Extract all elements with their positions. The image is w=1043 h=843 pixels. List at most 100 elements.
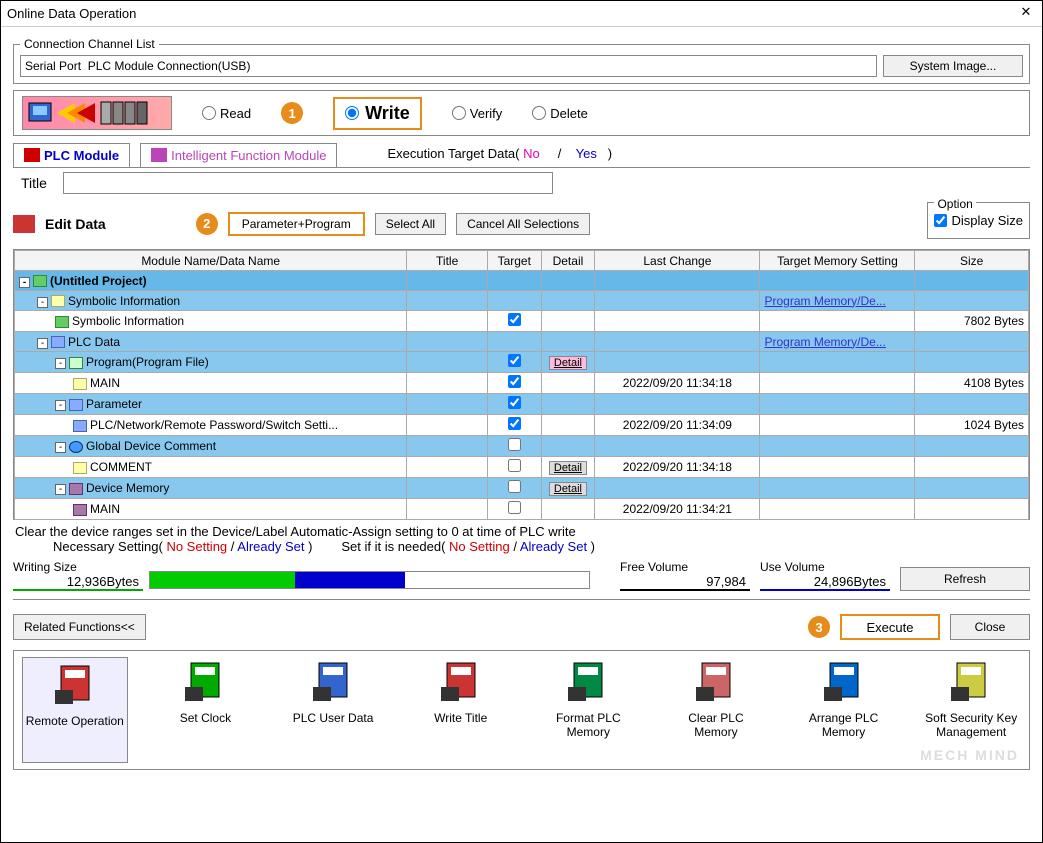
row-icon [73, 504, 87, 516]
close-button[interactable]: Close [950, 614, 1030, 640]
op-verify[interactable]: Verify [452, 106, 503, 121]
row-name: Symbolic Information [72, 314, 184, 328]
row-name: MAIN [90, 376, 120, 390]
tree-toggle-icon[interactable]: - [55, 442, 66, 453]
target-checkbox[interactable] [508, 313, 521, 326]
table-row[interactable]: PLC/Network/Remote Password/Switch Setti… [15, 415, 1029, 436]
parameter-program-button[interactable]: Parameter+Program [228, 212, 365, 236]
memory-setting-link[interactable]: Program Memory/De... [764, 294, 885, 308]
table-row[interactable]: - Program(Program File) Detail [15, 352, 1029, 373]
op-write-radio[interactable] [345, 106, 359, 120]
tab-intelligent-function[interactable]: Intelligent Function Module [140, 143, 337, 167]
row-icon [69, 483, 83, 495]
table-row[interactable]: - Symbolic Information Program Memory/De..… [15, 291, 1029, 311]
table-row[interactable]: COMMENTDetail2022/09/20 11:34:18 [15, 457, 1029, 478]
writing-size: Writing Size 12,936Bytes [13, 560, 143, 591]
close-icon[interactable]: ✕ [1016, 4, 1036, 24]
target-checkbox[interactable] [508, 396, 521, 409]
row-name: MAIN [90, 502, 120, 516]
target-checkbox[interactable] [508, 438, 521, 451]
use-volume: Use Volume 24,896Bytes [760, 560, 890, 591]
related-functions-button[interactable]: Related Functions<< [13, 614, 146, 640]
select-all-button[interactable]: Select All [375, 213, 446, 235]
tree-toggle-icon[interactable]: - [55, 484, 66, 495]
exec-target-text: Execution Target Data( No / Yes ) [387, 146, 612, 161]
tree-toggle-icon[interactable]: - [55, 358, 66, 369]
badge-2: 2 [196, 213, 218, 235]
table-row[interactable]: -Global Device Comment [15, 436, 1029, 457]
row-name: PLC/Network/Remote Password/Switch Setti… [90, 418, 338, 432]
function-item[interactable]: Arrange PLC Memory [794, 657, 894, 763]
table-row[interactable]: MAIN2022/09/20 11:34:184108 Bytes [15, 373, 1029, 394]
capacity-bar [149, 571, 590, 589]
row-icon [55, 316, 69, 328]
title-input[interactable] [63, 172, 553, 194]
target-checkbox[interactable] [508, 459, 521, 472]
row-name: PLC Data [68, 335, 120, 349]
cancel-all-button[interactable]: Cancel All Selections [456, 213, 590, 235]
execute-button[interactable]: Execute [840, 614, 940, 640]
target-checkbox[interactable] [508, 501, 521, 514]
op-read[interactable]: Read [202, 106, 251, 121]
row-name: (Untitled Project) [50, 274, 147, 288]
function-item[interactable]: Clear PLC Memory [666, 657, 766, 763]
memory-setting-link[interactable]: Program Memory/De... [764, 335, 885, 349]
detail-button[interactable]: Detail [549, 461, 587, 475]
row-icon [69, 399, 83, 411]
table-row[interactable]: MAIN2022/09/20 11:34:21 [15, 499, 1029, 520]
col-header-name[interactable]: Module Name/Data Name [15, 251, 407, 271]
target-checkbox[interactable] [508, 375, 521, 388]
tree-toggle-icon[interactable]: - [19, 277, 30, 288]
transfer-image [22, 96, 172, 130]
target-checkbox[interactable] [508, 480, 521, 493]
function-label: Arrange PLC Memory [794, 711, 894, 739]
detail-button[interactable]: Detail [549, 356, 587, 370]
op-delete[interactable]: Delete [532, 106, 588, 121]
function-item[interactable]: PLC User Data [283, 657, 383, 763]
display-size-checkbox[interactable]: Display Size [934, 213, 1023, 228]
system-image-button[interactable]: System Image... [883, 55, 1023, 77]
op-write-box[interactable]: Write [333, 97, 422, 130]
op-write-label: Write [365, 103, 410, 124]
row-icon [69, 441, 83, 453]
title-label: Title [21, 175, 47, 191]
function-icon [309, 657, 357, 705]
watermark: MECH MIND [920, 747, 1019, 763]
edit-data-label: Edit Data [45, 216, 106, 232]
col-header-title[interactable]: Title [407, 251, 488, 271]
col-header-target[interactable]: Target [487, 251, 541, 271]
target-checkbox[interactable] [508, 354, 521, 367]
refresh-button[interactable]: Refresh [900, 567, 1030, 591]
tree-toggle-icon[interactable]: - [37, 338, 48, 349]
function-label: Set Clock [156, 711, 256, 725]
row-name: Device Memory [86, 481, 169, 495]
col-header-mem[interactable]: Target Memory Setting [760, 251, 915, 271]
function-icon [181, 657, 229, 705]
tree-toggle-icon[interactable]: - [55, 400, 66, 411]
col-header-detail[interactable]: Detail [541, 251, 595, 271]
table-row[interactable]: - PLC Data Program Memory/De... [15, 332, 1029, 352]
table-row[interactable]: Symbolic Information7802 Bytes [15, 311, 1029, 332]
target-checkbox[interactable] [508, 417, 521, 430]
function-icon [437, 657, 485, 705]
table-row[interactable]: - (Untitled Project) [15, 271, 1029, 291]
tab-plc-module[interactable]: PLC Module [13, 143, 130, 167]
function-item[interactable]: Format PLC Memory [539, 657, 639, 763]
setting-line: Necessary Setting( No Setting / Already … [53, 539, 1030, 554]
table-row[interactable]: - Device Memory Detail [15, 478, 1029, 499]
function-label: Write Title [411, 711, 511, 725]
detail-button[interactable]: Detail [549, 482, 587, 496]
col-header-size[interactable]: Size [915, 251, 1029, 271]
col-header-change[interactable]: Last Change [595, 251, 760, 271]
function-item[interactable]: Remote Operation [22, 657, 128, 763]
table-row[interactable]: -Parameter [15, 394, 1029, 415]
option-box: Option Display Size [927, 202, 1030, 239]
row-name: Program(Program File) [86, 355, 209, 369]
row-name: Symbolic Information [68, 294, 180, 308]
function-item[interactable]: Write Title [411, 657, 511, 763]
tree-toggle-icon[interactable]: - [37, 297, 48, 308]
edit-data-icon [13, 215, 35, 233]
function-icon [692, 657, 740, 705]
function-item[interactable]: Set Clock [156, 657, 256, 763]
channel-input[interactable] [20, 55, 877, 77]
